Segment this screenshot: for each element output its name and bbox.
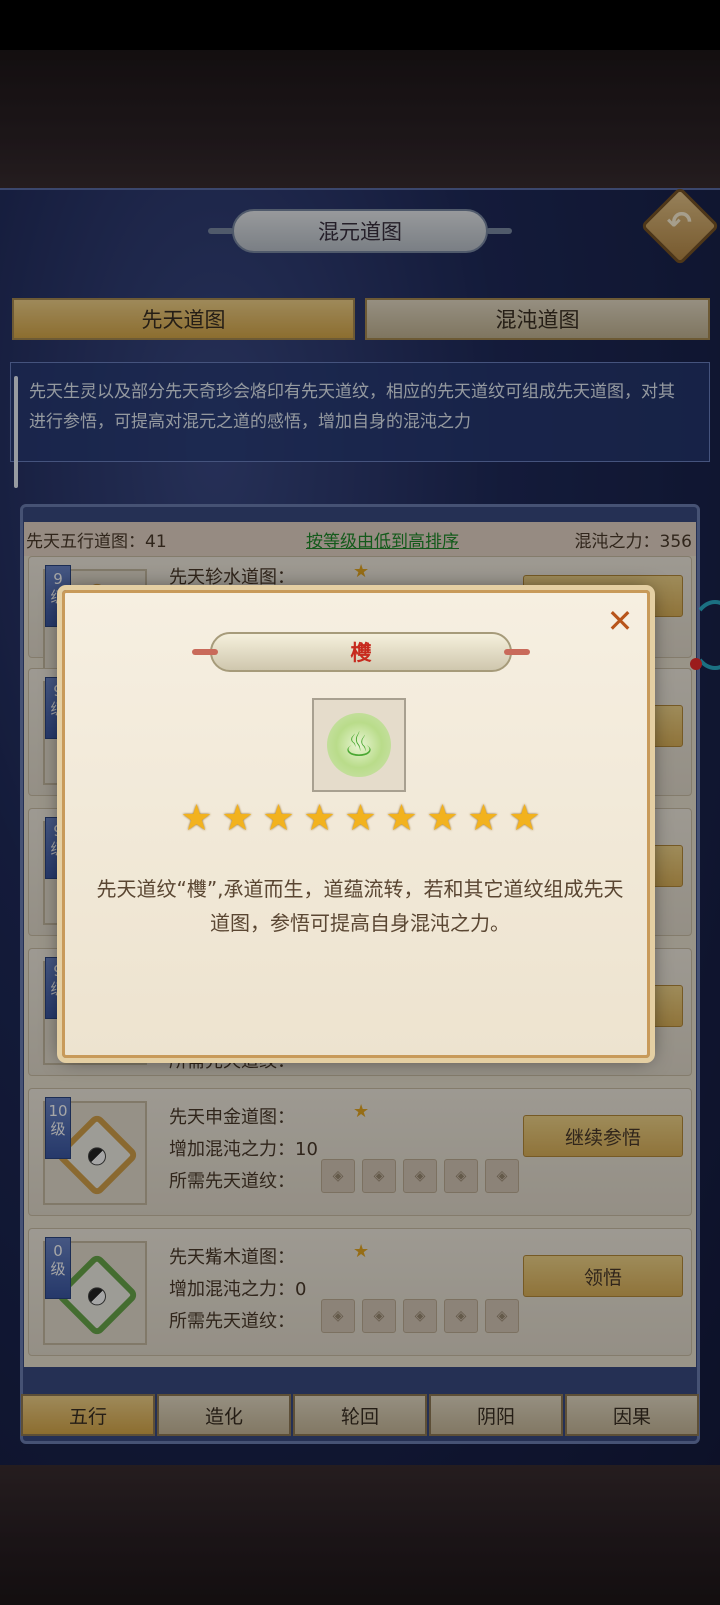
star-icon: ★ (385, 798, 418, 839)
star-icon: ★ (426, 798, 459, 839)
star-icon: ★ (262, 798, 295, 839)
rune-image: ♨ (312, 698, 406, 792)
star-icon: ★ (303, 798, 336, 839)
star-rating: ★ ★ ★ ★ ★ ★ ★ ★ ★ (178, 800, 543, 837)
star-icon: ★ (180, 798, 213, 839)
star-icon: ★ (508, 798, 541, 839)
star-icon: ★ (221, 798, 254, 839)
dialog-description: 先天道纹“欆”,承道而生，道蕴流转，若和其它道纹组成先天道图，参悟可提高自身混沌… (96, 877, 624, 935)
green-rune-icon: ♨ (327, 713, 391, 777)
star-icon: ★ (344, 798, 377, 839)
star-icon: ★ (467, 798, 500, 839)
dialog-title: 欆 (192, 632, 530, 672)
close-x-icon[interactable]: ✕ (606, 604, 634, 638)
